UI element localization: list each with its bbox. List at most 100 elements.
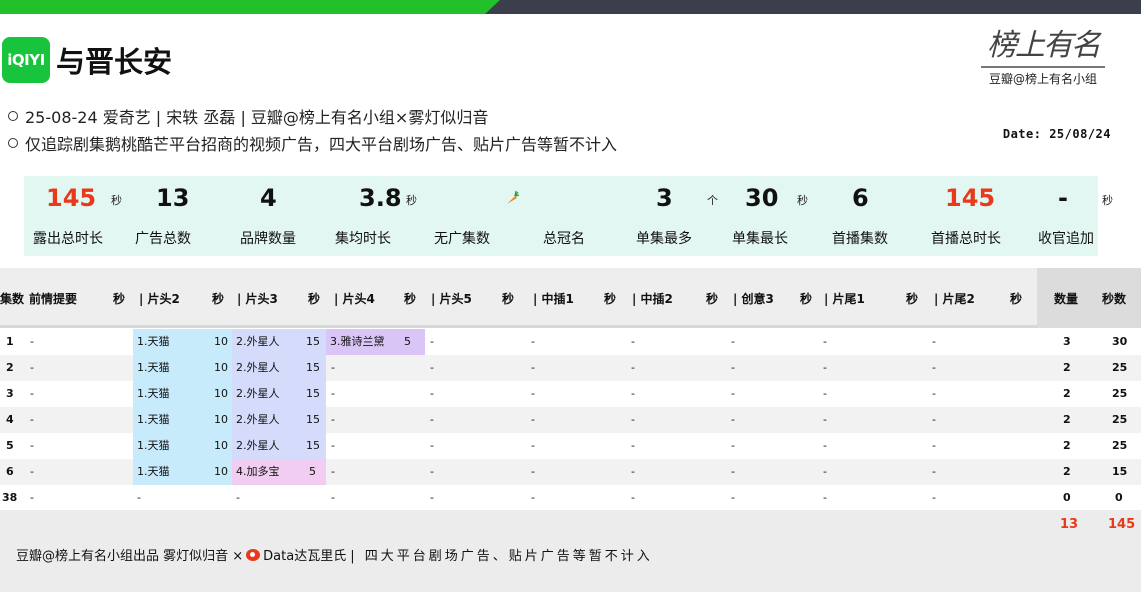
footer-credit-text: 豆瓣@榜上有名小组出品 雾灯似归音 × bbox=[16, 549, 244, 564]
th-ending1: | 片尾1 bbox=[824, 292, 865, 306]
stat-value: 3 bbox=[656, 184, 673, 212]
cell-midroll2: - bbox=[631, 439, 635, 452]
cell-opening5: - bbox=[430, 491, 434, 504]
iqiyi-logo: iQIYI bbox=[2, 37, 50, 83]
cell-ending2: - bbox=[932, 491, 936, 504]
cell-midroll2: - bbox=[631, 361, 635, 374]
table-row: 4 - 1.天猫 10 2.外星人 15 - - - - - - - 2 25 bbox=[0, 407, 1141, 433]
cell-opening3: 2.外星人 15 bbox=[232, 381, 326, 407]
brand-logo: 榜上有名 豆瓣@榜上有名小组 bbox=[981, 26, 1105, 87]
cell-sec: 10 bbox=[214, 335, 228, 348]
info-line-1: 25-08-24 爱奇艺 | 宋轶 丞磊 | 豆瓣@榜上有名小组×雾灯似归音 bbox=[8, 104, 488, 128]
cell-opening4: - bbox=[331, 439, 335, 452]
date-label: Date: 25/08/24 bbox=[1002, 127, 1111, 141]
th-sec: 秒 bbox=[404, 292, 417, 306]
th-sec: 秒 bbox=[308, 292, 321, 306]
stat-label: 收官追加 bbox=[1038, 231, 1094, 247]
cell-ending1: - bbox=[823, 361, 827, 374]
cell-opening5: - bbox=[430, 335, 434, 348]
cell-brand: 3.雅诗兰黛 bbox=[330, 335, 385, 348]
cell-creative3: - bbox=[731, 413, 735, 426]
cell-episode: 3 bbox=[6, 387, 14, 400]
th-sec: 秒 bbox=[800, 292, 813, 306]
cell-midroll1: - bbox=[531, 439, 535, 452]
cell-sec: 15 bbox=[306, 387, 320, 400]
th-ending2: | 片尾2 bbox=[934, 292, 975, 306]
cell-opening5: - bbox=[430, 387, 434, 400]
th-opening4: | 片头4 bbox=[334, 292, 375, 306]
cell-seconds: 25 bbox=[1112, 413, 1128, 426]
cell-recap: - bbox=[30, 413, 34, 426]
cell-brand: 1.天猫 bbox=[137, 413, 170, 426]
cell-opening4: 3.雅诗兰黛 5 bbox=[326, 329, 425, 355]
cell-count: 0 bbox=[1063, 491, 1071, 504]
total-seconds: 145 bbox=[1108, 517, 1136, 532]
th-sec: 秒 bbox=[212, 292, 225, 306]
stat-value: 3.8 bbox=[359, 184, 402, 212]
stat-label: 单集最长 bbox=[732, 231, 788, 247]
stat-label: 总冠名 bbox=[543, 231, 585, 247]
cell-creative3: - bbox=[731, 465, 735, 478]
cell-ending2: - bbox=[932, 361, 936, 374]
cell-seconds: 25 bbox=[1112, 387, 1128, 400]
cell-midroll2: - bbox=[631, 387, 635, 400]
weibo-icon bbox=[246, 548, 261, 561]
table-row: 38 - - - - - - - - - - 0 0 bbox=[0, 485, 1141, 511]
cell-ending1: - bbox=[823, 335, 827, 348]
cell-episode: 6 bbox=[6, 465, 14, 478]
cell-brand: 1.天猫 bbox=[137, 387, 170, 400]
page-title: 与晋长安 bbox=[56, 45, 173, 79]
cell-sec: 5 bbox=[404, 335, 411, 348]
top-accent-green bbox=[0, 0, 500, 14]
cell-midroll1: - bbox=[531, 387, 535, 400]
cell-recap: - bbox=[30, 491, 34, 504]
cell-opening3: - bbox=[236, 491, 240, 504]
cell-opening4: - bbox=[331, 465, 335, 478]
cell-episode: 5 bbox=[6, 439, 14, 452]
cell-count: 2 bbox=[1063, 413, 1071, 426]
cell-opening4: - bbox=[331, 413, 335, 426]
cell-brand: 1.天猫 bbox=[137, 361, 170, 374]
stat-value: - bbox=[1058, 184, 1068, 212]
stat-label: 无广集数 bbox=[434, 231, 490, 247]
stat-value: 6 bbox=[852, 184, 869, 212]
th-opening3: | 片头3 bbox=[237, 292, 278, 306]
cell-creative3: - bbox=[731, 439, 735, 452]
cell-opening5: - bbox=[430, 465, 434, 478]
stats-panel: 145 秒 露出总时长 13 广告总数 4 品牌数量 3.8 秒 集均时长 无广… bbox=[24, 176, 1113, 256]
total-count: 13 bbox=[1060, 517, 1079, 532]
cell-episode: 4 bbox=[6, 413, 14, 426]
cell-episode: 38 bbox=[2, 491, 18, 504]
stat-label: 首播集数 bbox=[832, 231, 888, 247]
cell-opening3: 2.外星人 15 bbox=[232, 329, 326, 355]
cell-opening3: 2.外星人 15 bbox=[232, 407, 326, 433]
th-sec: 秒 bbox=[1010, 292, 1023, 306]
cell-midroll1: - bbox=[531, 335, 535, 348]
th-sec: 秒 bbox=[502, 292, 515, 306]
table-row: 6 - 1.天猫 10 4.加多宝 5 - - - - - - - 2 15 bbox=[0, 459, 1141, 485]
stat-label: 露出总时长 bbox=[33, 231, 103, 247]
cell-recap: - bbox=[30, 465, 34, 478]
th-seconds: 秒数 bbox=[1102, 292, 1127, 306]
stat-value: 4 bbox=[260, 184, 277, 212]
cell-ending1: - bbox=[823, 491, 827, 504]
cell-ending1: - bbox=[823, 387, 827, 400]
cell-brand: 2.外星人 bbox=[236, 387, 280, 400]
stat-unit: 秒 bbox=[797, 194, 808, 207]
stat-unit: 个 bbox=[707, 194, 718, 207]
th-count: 数量 bbox=[1054, 292, 1079, 306]
th-midroll2: | 中插2 bbox=[632, 292, 673, 306]
cell-episode: 2 bbox=[6, 361, 14, 374]
top-accent-bar bbox=[0, 0, 1141, 14]
th-creative3: | 创意3 bbox=[733, 292, 774, 306]
cell-recap: - bbox=[30, 361, 34, 374]
cell-recap: - bbox=[30, 387, 34, 400]
cell-seconds: 25 bbox=[1112, 361, 1128, 374]
info-line-2-text: 仅追踪剧集鹅桃酷芒平台招商的视频广告，四大平台剧场广告、贴片广告等暂不计入 bbox=[25, 135, 618, 154]
cell-opening5: - bbox=[430, 439, 434, 452]
cell-brand: 4.加多宝 bbox=[236, 465, 280, 478]
stat-label: 品牌数量 bbox=[240, 231, 296, 247]
cell-midroll1: - bbox=[531, 465, 535, 478]
footer-credit: 豆瓣@榜上有名小组出品 雾灯似归音 × Data达瓦里氏 | 四大平台剧场广告、… bbox=[16, 545, 653, 564]
cell-seconds: 25 bbox=[1112, 439, 1128, 452]
